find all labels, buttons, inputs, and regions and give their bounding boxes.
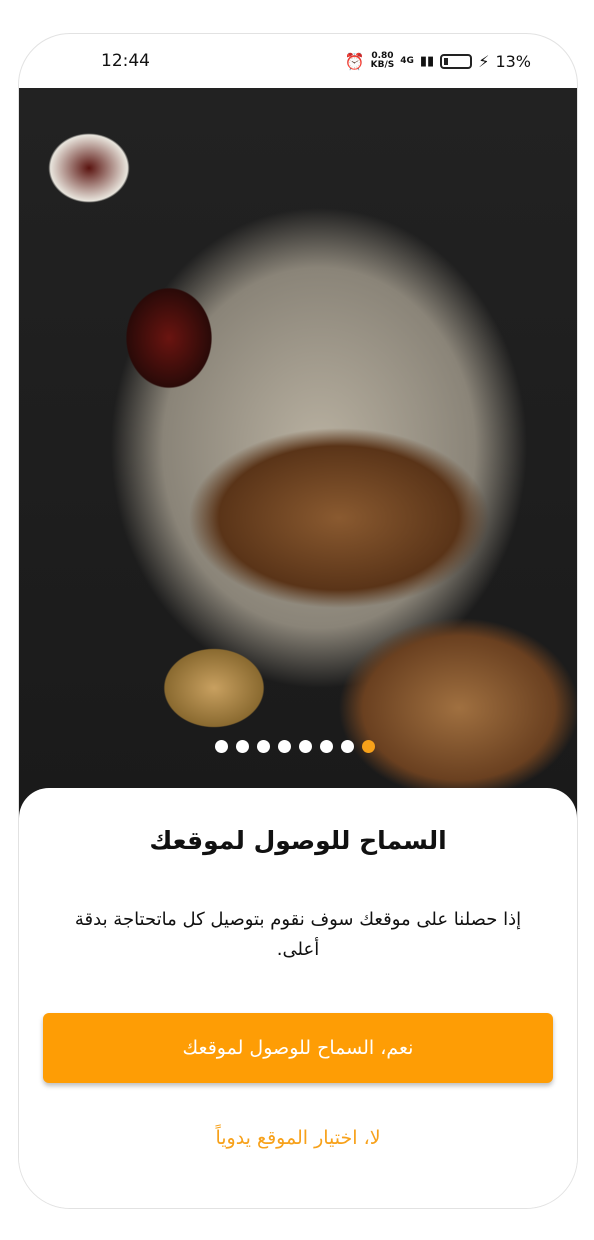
location-permission-sheet: السماح للوصول لموقعك إذا حصلنا على موقعك… xyxy=(19,788,577,1208)
sheet-title: السماح للوصول لموقعك xyxy=(149,826,447,855)
carousel-dot[interactable] xyxy=(236,740,249,753)
carousel-dots xyxy=(215,740,375,753)
clock: 12:44 xyxy=(101,51,150,71)
battery-icon xyxy=(440,53,473,69)
carousel-dot[interactable] xyxy=(320,740,333,753)
status-bar: 12:44 ⏰ 0.80 KB/S 4G ▮▮ ⚡ 13% xyxy=(19,34,577,88)
carousel-dot[interactable] xyxy=(257,740,270,753)
battery-level: 13% xyxy=(495,51,531,71)
allow-location-button[interactable]: نعم، السماح للوصول لموقعك xyxy=(43,1013,553,1083)
food-photo xyxy=(19,88,577,818)
speed-unit: KB/S xyxy=(370,60,395,70)
charging-icon: ⚡ xyxy=(478,51,490,71)
phone-frame: 12:44 ⏰ 0.80 KB/S 4G ▮▮ ⚡ 13% السماح للوص… xyxy=(18,33,578,1209)
carousel-dot[interactable] xyxy=(299,740,312,753)
carousel-dot-active[interactable] xyxy=(362,740,375,753)
network-speed: 0.80 KB/S xyxy=(371,52,395,70)
signal-icon: 4G xyxy=(400,55,414,66)
sheet-description: إذا حصلنا على موقعك سوف نقوم بتوصيل كل م… xyxy=(74,909,522,960)
carousel-dot[interactable] xyxy=(215,740,228,753)
carousel-dot[interactable] xyxy=(341,740,354,753)
signal-bars-icon: ▮▮ xyxy=(419,53,435,69)
carousel-dot[interactable] xyxy=(278,740,291,753)
choose-location-manually-link[interactable]: لا، اختيار الموقع يدوياً xyxy=(19,1127,577,1149)
alarm-icon: ⏰ xyxy=(344,51,365,71)
